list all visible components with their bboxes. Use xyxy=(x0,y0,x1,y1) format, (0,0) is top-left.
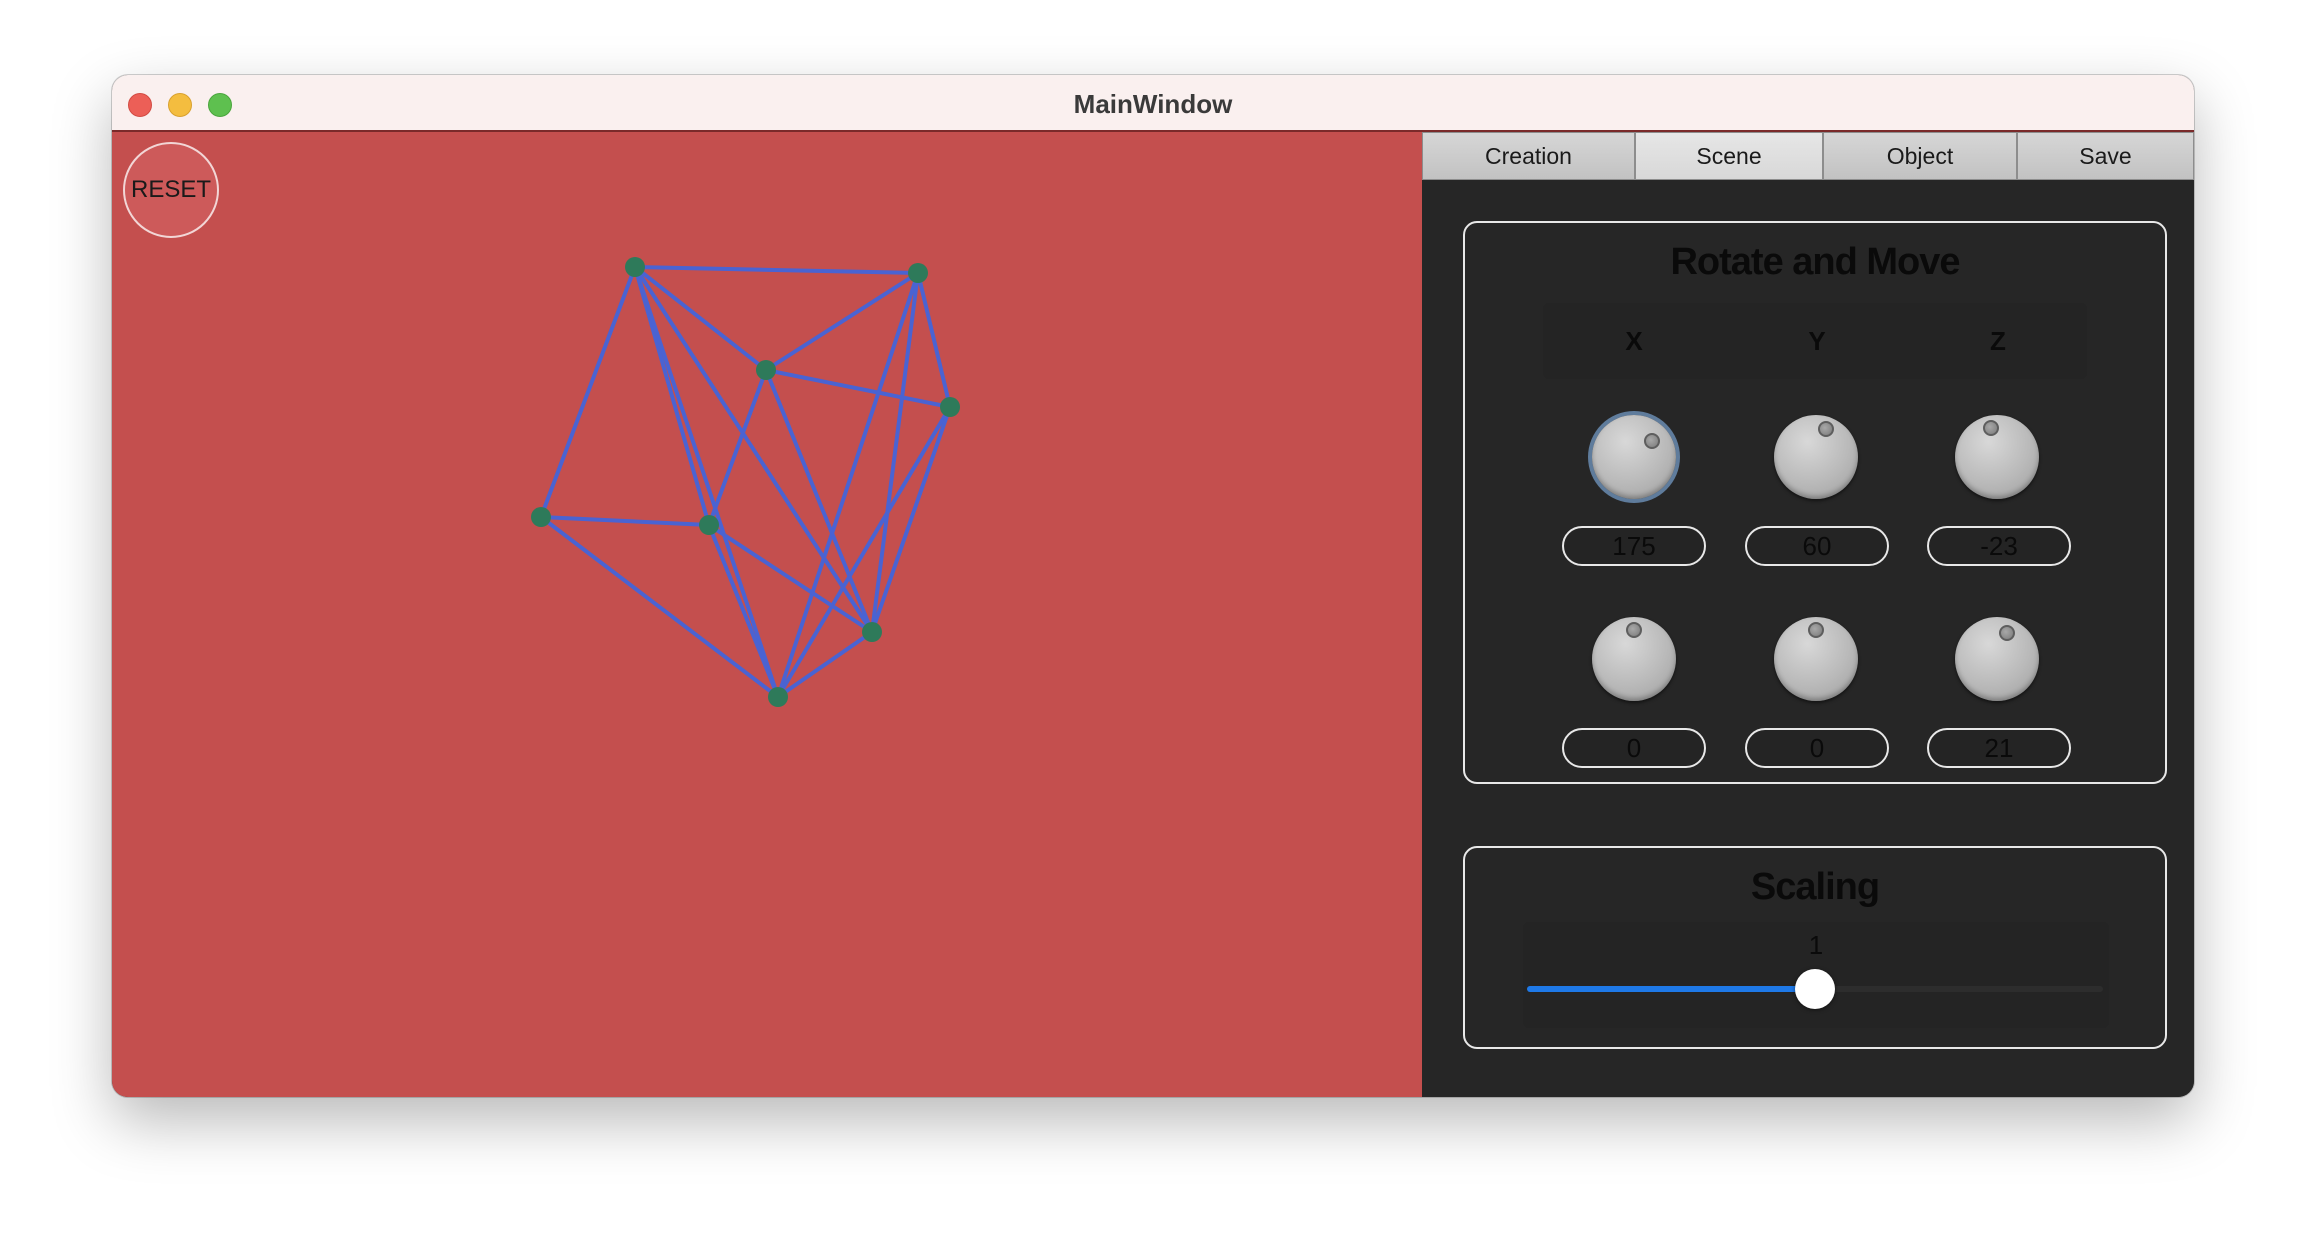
main-window: MainWindow RESET Creation Scene Object S… xyxy=(112,75,2194,1097)
rotate-y-dial[interactable] xyxy=(1774,415,1858,499)
mesh-edge xyxy=(776,272,920,698)
mesh-edge xyxy=(916,272,952,408)
control-panel: Creation Scene Object Save Rotate and Mo… xyxy=(1422,132,2194,1097)
tab-scene[interactable]: Scene xyxy=(1635,132,1823,180)
scaling-slider-area: 1 xyxy=(1523,922,2109,1028)
dial-indicator-icon xyxy=(1644,433,1660,449)
move-z-dial[interactable] xyxy=(1955,617,2039,701)
title-bar: MainWindow xyxy=(112,75,2194,132)
rotate-y-value[interactable]: 60 xyxy=(1745,526,1889,566)
3d-viewport[interactable]: RESET xyxy=(112,132,1422,1097)
tab-object[interactable]: Object xyxy=(1823,132,2017,180)
mesh-edge xyxy=(870,272,920,633)
rotate-z-dial[interactable] xyxy=(1955,415,2039,499)
mesh-edges xyxy=(539,265,952,699)
rotate-move-group: Rotate and Move X Y Z 175 60 -23 0 0 21 xyxy=(1463,221,2167,784)
move-x-dial[interactable] xyxy=(1592,617,1676,701)
tab-save[interactable]: Save xyxy=(2017,132,2194,180)
scaling-group: Scaling 1 xyxy=(1463,846,2167,1049)
mesh-vertex[interactable] xyxy=(531,507,551,527)
mesh-vertex[interactable] xyxy=(862,622,882,642)
move-y-value[interactable]: 0 xyxy=(1745,728,1889,768)
dial-indicator-icon xyxy=(1818,421,1834,437)
mesh-edge xyxy=(633,265,874,634)
scaling-title: Scaling xyxy=(1750,866,1880,908)
reset-button[interactable]: RESET xyxy=(123,142,219,238)
mesh-edge xyxy=(764,271,920,372)
axis-label-x: X xyxy=(1625,326,1643,356)
scaling-slider-fill xyxy=(1527,986,1815,992)
mesh-vertices xyxy=(531,257,960,707)
dial-indicator-icon xyxy=(1999,625,2015,641)
axis-label-z: Z xyxy=(1990,326,2006,356)
mesh-edge xyxy=(776,405,952,699)
mesh-edge xyxy=(633,266,780,698)
move-y-dial[interactable] xyxy=(1774,617,1858,701)
mesh-vertex[interactable] xyxy=(940,397,960,417)
window-title: MainWindow xyxy=(1073,89,1233,119)
mesh-edge xyxy=(634,265,919,275)
mesh-vertex[interactable] xyxy=(756,360,776,380)
mesh-edge xyxy=(765,368,951,409)
dial-indicator-icon xyxy=(1808,622,1824,638)
mesh-vertex[interactable] xyxy=(908,263,928,283)
mesh-vertex[interactable] xyxy=(625,257,645,277)
rotate-move-title: Rotate and Move xyxy=(1670,241,1960,283)
mesh-edge xyxy=(633,265,768,372)
mesh-edge xyxy=(764,369,874,633)
tab-bar: Creation Scene Object Save xyxy=(1422,132,2194,180)
scaling-slider-thumb[interactable] xyxy=(1795,969,1835,1009)
rotate-x-value[interactable]: 175 xyxy=(1562,526,1706,566)
move-x-value[interactable]: 0 xyxy=(1562,728,1706,768)
mesh-vertex[interactable] xyxy=(699,515,719,535)
rotate-z-value[interactable]: -23 xyxy=(1927,526,2071,566)
tab-creation[interactable]: Creation xyxy=(1422,132,1635,180)
axis-label-y: Y xyxy=(1808,326,1826,356)
mesh-edge xyxy=(540,515,710,527)
move-z-value[interactable]: 21 xyxy=(1927,728,2071,768)
rotate-x-dial[interactable] xyxy=(1592,415,1676,499)
mesh-vertex[interactable] xyxy=(768,687,788,707)
mesh-edge xyxy=(776,630,874,699)
mesh-edge xyxy=(539,266,637,518)
dial-indicator-icon xyxy=(1626,622,1642,638)
dial-indicator-icon xyxy=(1983,420,1999,436)
scaling-value: 1 xyxy=(1808,930,1824,960)
wireframe-mesh xyxy=(531,257,960,707)
